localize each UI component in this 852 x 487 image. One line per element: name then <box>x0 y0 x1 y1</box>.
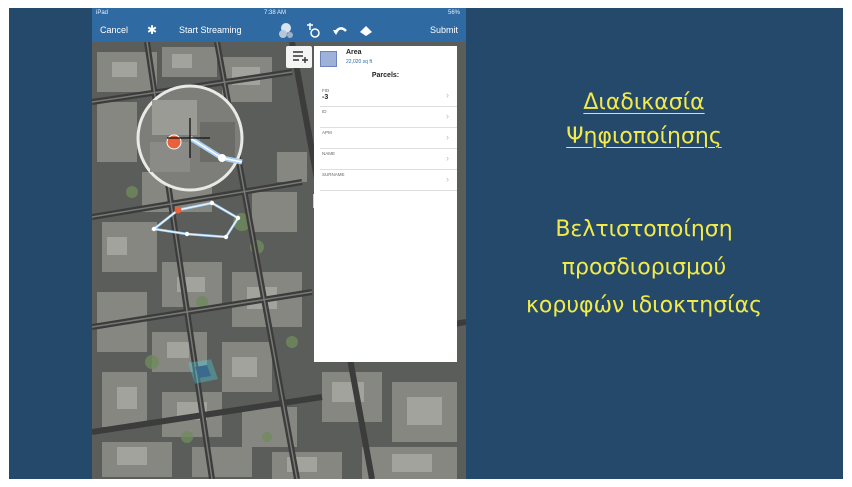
battery-level: 56% <box>447 10 460 16</box>
chevron-right-icon: › <box>446 174 449 184</box>
submit-button[interactable]: Submit <box>430 25 458 35</box>
field-label: SURNAME <box>322 172 345 177</box>
chevron-right-icon: › <box>446 153 449 163</box>
device-label: iPad <box>96 10 109 16</box>
field-label: NAME <box>322 151 336 156</box>
field-apm[interactable]: APM › <box>320 128 457 149</box>
attributes-panel: Area 22,020 sq ft Parcels: FID -3 › ID ›… <box>314 46 457 362</box>
slide-subtitle: Βελτιστοποίηση προσδιορισμού κορυφών ιδι… <box>479 211 809 325</box>
panel-toggle-button[interactable] <box>286 46 312 68</box>
field-fid[interactable]: FID -3 › <box>320 86 457 107</box>
gear-icon[interactable]: ✱ <box>147 23 157 37</box>
chevron-right-icon: › <box>446 132 449 142</box>
subtitle-line: κορυφών ιδιοκτησίας <box>525 293 763 318</box>
cancel-button[interactable]: Cancel <box>100 25 128 35</box>
area-value: 22,020 sq ft <box>346 59 373 65</box>
subtitle-line: προσδιορισμού <box>561 255 727 280</box>
field-surname[interactable]: SURNAME › <box>320 170 457 191</box>
highlighted-parcel[interactable] <box>188 359 218 384</box>
title-line: Ψηφιοποίησης <box>566 124 722 149</box>
field-id[interactable]: ID › <box>320 107 457 128</box>
gps-icon[interactable] <box>305 21 321 43</box>
chevron-right-icon: › <box>446 111 449 121</box>
toolbar: Cancel ✱ Start Streaming Submit <box>92 20 466 42</box>
slide-title: Διαδικασία Ψηφιοποίησης <box>479 86 809 154</box>
status-bar: iPad 7:38 AM 56% <box>92 8 466 20</box>
title-line: Διαδικασία <box>583 90 705 115</box>
field-name[interactable]: NAME › <box>320 149 457 170</box>
field-label: FID <box>322 88 330 93</box>
feature-type: Area <box>346 49 362 56</box>
field-label: APM <box>322 130 332 135</box>
feature-header: Area 22,020 sq ft <box>314 46 457 72</box>
start-streaming-button[interactable]: Start Streaming <box>179 25 242 35</box>
eraser-icon[interactable] <box>358 21 374 43</box>
chevron-right-icon: › <box>446 90 449 100</box>
undo-icon[interactable] <box>332 21 348 43</box>
field-value: -3 <box>322 94 329 101</box>
subtitle-line: Βελτιστοποίηση <box>555 217 733 242</box>
layer-title: Parcels: <box>371 72 400 79</box>
area-swatch <box>320 51 337 67</box>
ipad-screen: iPad 7:38 AM 56% Cancel ✱ Start Streamin… <box>92 8 466 479</box>
field-label: ID <box>322 109 327 114</box>
slide: iPad 7:38 AM 56% Cancel ✱ Start Streamin… <box>9 8 843 479</box>
list-add-icon <box>293 51 308 63</box>
clock: 7:38 AM <box>264 10 287 16</box>
location-pin-icon[interactable] <box>277 21 295 43</box>
magnifier-loupe[interactable] <box>136 84 244 192</box>
